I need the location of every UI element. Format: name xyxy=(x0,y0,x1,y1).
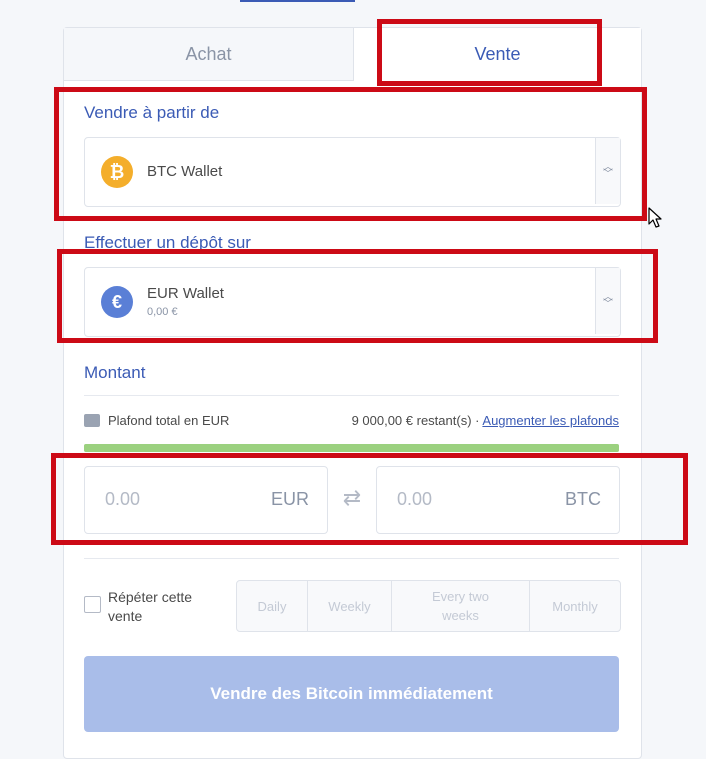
limit-progress-bar xyxy=(84,444,619,452)
repeat-label: Répéter cette vente xyxy=(108,589,193,624)
highlight-box-sell-tab xyxy=(377,19,602,86)
limit-row: Plafond total en EUR 9 000,00 € restant(… xyxy=(84,413,619,433)
tab-buy[interactable]: Achat xyxy=(64,28,354,81)
increase-limits-link[interactable]: Augmenter les plafonds xyxy=(482,413,619,428)
limit-remaining: 9 000,00 € restant(s) xyxy=(351,413,472,428)
frequency-option-weekly[interactable]: Weekly xyxy=(308,581,392,631)
limit-progress-fill xyxy=(84,444,619,452)
frequency-option-daily[interactable]: Daily xyxy=(237,581,308,631)
amount-label: Montant xyxy=(84,363,146,382)
divider xyxy=(84,395,619,396)
highlight-box-amount xyxy=(51,453,688,545)
limit-label: Plafond total en EUR xyxy=(108,413,230,428)
highlight-box-sell-from xyxy=(54,87,647,221)
divider xyxy=(84,558,619,559)
frequency-selector: Daily Weekly Every two weeks Monthly xyxy=(236,580,621,632)
top-tab-underline xyxy=(240,0,355,2)
repeat-checkbox[interactable] xyxy=(84,596,101,613)
highlight-box-deposit-to xyxy=(57,249,658,343)
limit-separator: · xyxy=(475,413,480,428)
mouse-cursor-icon xyxy=(648,207,662,228)
frequency-option-every-two-weeks[interactable]: Every two weeks xyxy=(392,581,530,631)
sell-now-button[interactable]: Vendre des Bitcoin immédiatement xyxy=(84,656,619,732)
frequency-option-monthly[interactable]: Monthly xyxy=(530,581,620,631)
limit-info: 9 000,00 € restant(s) · Augmenter les pl… xyxy=(352,413,619,428)
wallet-icon xyxy=(84,414,100,427)
